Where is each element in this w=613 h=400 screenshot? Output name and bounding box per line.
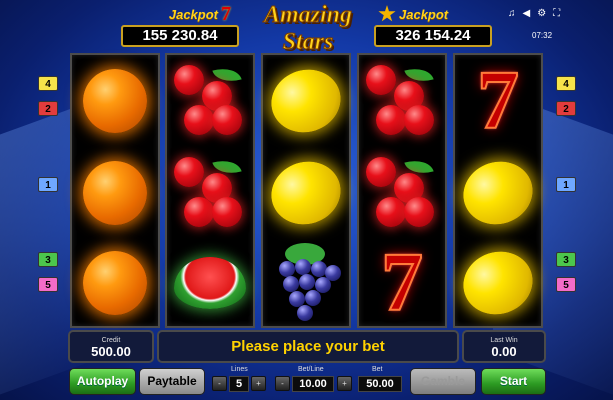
lemon-icon — [455, 242, 541, 324]
fullscreen-icon[interactable]: ⛶ — [553, 8, 560, 19]
start-button[interactable]: Start — [481, 368, 546, 395]
orange-icon — [83, 161, 147, 225]
seven-emblem-icon: 7 — [221, 2, 231, 25]
reel-5-row-2 — [455, 147, 541, 239]
autoplay-button[interactable]: Autoplay — [69, 368, 136, 395]
jackpot-left-label: Jackpot — [168, 6, 218, 22]
line-marker-right-4[interactable]: 4 — [556, 76, 576, 91]
gamble-button[interactable]: Gamble — [410, 368, 476, 395]
credit-panel: Credit 500.00 — [68, 330, 154, 363]
last-win-value: 0.00 — [491, 344, 517, 359]
bet-label: Bet — [372, 366, 383, 373]
reel-1 — [70, 53, 160, 328]
game-logo: Amazing Stars — [247, 2, 369, 56]
reel-2 — [165, 53, 255, 328]
reel-1-row-3 — [72, 237, 158, 329]
line-marker-right-2[interactable]: 2 — [556, 101, 576, 116]
line-marker-left-5[interactable]: 5 — [38, 277, 58, 292]
reel-2-row-1 — [167, 55, 253, 147]
line-marker-left-3[interactable]: 3 — [38, 252, 58, 267]
reel-2-row-2 — [167, 147, 253, 239]
jackpot-left-value: 155 230.84 — [121, 25, 239, 47]
lemon-icon — [455, 152, 541, 234]
reel-3-row-1 — [263, 55, 349, 147]
line-marker-right-5[interactable]: 5 — [556, 277, 576, 292]
seven-icon: 7 — [476, 54, 520, 147]
volume-icon[interactable]: ◀ — [523, 8, 531, 19]
reel-4-row-2 — [359, 147, 445, 239]
bet-line-label: Bet/Line — [298, 366, 324, 373]
line-marker-right-1[interactable]: 1 — [556, 177, 576, 192]
bet-line-plus-button[interactable]: + — [337, 376, 352, 391]
music-note-icon[interactable]: ♫ — [508, 8, 516, 19]
orange-icon — [83, 69, 147, 133]
reel-3 — [261, 53, 351, 328]
credit-label: Credit — [101, 337, 121, 344]
line-marker-right-3[interactable]: 3 — [556, 252, 576, 267]
grapes-icon — [271, 243, 341, 323]
paytable-button[interactable]: Paytable — [139, 368, 205, 395]
lines-value: 5 — [229, 376, 249, 392]
logo-line-2: Stars — [282, 29, 334, 56]
reel-3-row-2 — [263, 147, 349, 239]
status-message: Please place your bet — [157, 330, 459, 363]
watermelon-icon — [174, 257, 246, 309]
reel-2-row-3 — [167, 237, 253, 329]
cherries-icon — [366, 63, 438, 137]
jackpot-left-label-row: Jackpot 7 — [121, 2, 239, 25]
star-icon — [378, 5, 396, 22]
jackpot-right-label-row: Jackpot — [374, 4, 492, 24]
lines-plus-button[interactable]: + — [251, 376, 266, 391]
last-win-panel: Last Win 0.00 — [462, 330, 546, 363]
settings-icon[interactable]: ⚙ — [537, 8, 546, 19]
jackpot-left: Jackpot 7 155 230.84 — [121, 2, 239, 47]
line-marker-left-1[interactable]: 1 — [38, 177, 58, 192]
bet-line-value: 10.00 — [292, 376, 334, 392]
credit-value: 500.00 — [91, 344, 131, 359]
reel-5-row-1: 7 — [455, 55, 541, 147]
lines-minus-button[interactable]: - — [212, 376, 227, 391]
seven-icon: 7 — [380, 236, 424, 329]
line-marker-left-4[interactable]: 4 — [38, 76, 58, 91]
lines-label: Lines — [231, 366, 248, 373]
system-icons: ♫ ◀ ⚙ ⛶ — [508, 8, 560, 19]
reel-3-row-3 — [263, 237, 349, 329]
cherries-icon — [174, 63, 246, 137]
reel-4-row-1 — [359, 55, 445, 147]
reel-5: 7 — [453, 53, 543, 328]
orange-icon — [83, 251, 147, 315]
lemon-icon — [263, 152, 349, 234]
reel-5-row-3 — [455, 237, 541, 329]
logo-line-1: Amazing — [263, 2, 353, 29]
cherries-icon — [174, 155, 246, 229]
reel-1-row-1 — [72, 55, 158, 147]
jackpot-right-label: Jackpot — [399, 6, 449, 22]
cherries-icon — [366, 155, 438, 229]
bet-value: 50.00 — [358, 376, 402, 392]
bet-line-minus-button[interactable]: - — [275, 376, 290, 391]
jackpot-right: Jackpot 326 154.24 — [374, 4, 492, 47]
line-marker-left-2[interactable]: 2 — [38, 101, 58, 116]
clock: 07:32 — [532, 31, 553, 40]
reel-4: 7 — [357, 53, 447, 328]
last-win-label: Last Win — [490, 337, 518, 344]
reel-4-row-3: 7 — [359, 237, 445, 329]
jackpot-right-value: 326 154.24 — [374, 25, 492, 47]
reel-1-row-2 — [72, 147, 158, 239]
lemon-icon — [263, 60, 349, 142]
